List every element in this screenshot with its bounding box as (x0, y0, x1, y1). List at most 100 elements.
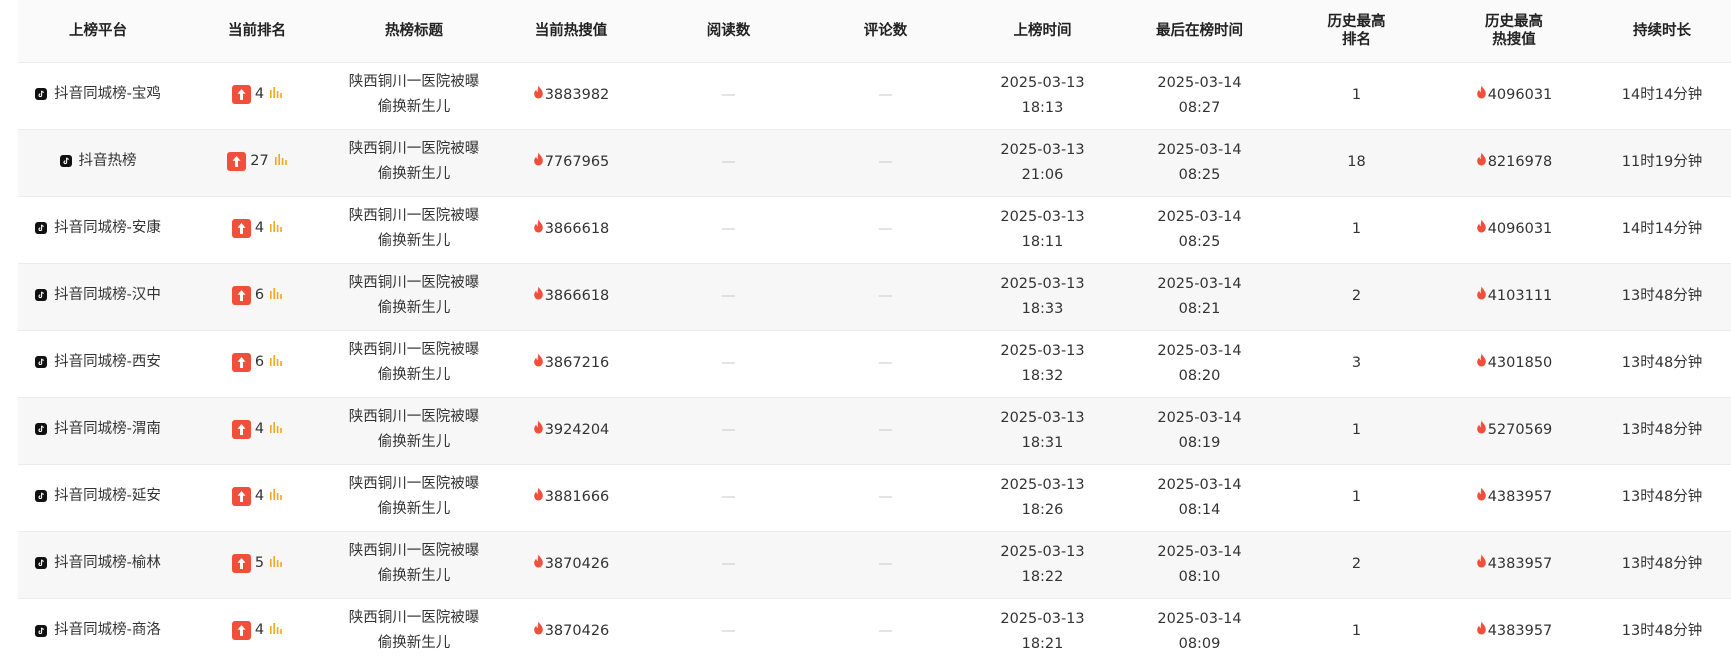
best-rank-value: 2 (1351, 556, 1362, 572)
header-on-time[interactable]: 上榜时间 (964, 0, 1121, 62)
heat-cell: 3883982 (492, 62, 650, 129)
header-current-heat[interactable]: 当前热搜值 (492, 0, 650, 62)
platform[interactable]: 抖音热榜 (59, 148, 137, 175)
hot-topic-title-link[interactable]: 陕西铜川一医院被曝偷换新生儿 (344, 338, 484, 388)
bar-chart-icon[interactable] (270, 349, 282, 376)
best-rank-cell: 1 (1278, 464, 1435, 531)
reads-value: — (721, 623, 736, 640)
header-platform[interactable]: 上榜平台 (18, 0, 178, 62)
best-rank-value: 1 (1351, 87, 1362, 103)
rank: 4 (231, 215, 282, 242)
bar-chart-icon[interactable] (274, 148, 287, 175)
heat-value: 3870426 (544, 623, 610, 640)
last-time-cell: 2025-03-14 08:21 (1121, 263, 1278, 330)
table-row[interactable]: 抖音同城榜-汉中 6 陕西铜川一医院被曝偷换新生儿 3866618 — — 20… (18, 263, 1731, 330)
hot-topic-title-link[interactable]: 陕西铜川一医院被曝偷换新生儿 (344, 405, 484, 455)
on-time-clock: 18:33 (1021, 300, 1064, 317)
platform-cell: 抖音热榜 (18, 129, 178, 196)
platform[interactable]: 抖音同城榜-安康 (35, 215, 161, 242)
comments-cell: — (807, 330, 964, 397)
heat-value: 3881666 (544, 489, 610, 505)
duration-cell: 11时19分钟 (1593, 129, 1731, 196)
rank-value: 4 (254, 487, 265, 504)
comments-value: — (878, 288, 893, 304)
table-row[interactable]: 抖音同城榜-商洛 4 陕西铜川一医院被曝偷换新生儿 3870426 — — 20… (18, 598, 1731, 665)
on-time-date: 2025-03-13 (1000, 409, 1085, 426)
bar-chart-icon[interactable] (270, 282, 282, 309)
last-time-cell: 2025-03-14 08:27 (1121, 62, 1278, 129)
bar-chart-icon[interactable] (270, 617, 282, 644)
header-last-time[interactable]: 最后在榜时间 (1121, 0, 1278, 62)
title-cell: 陕西铜川一医院被曝偷换新生儿 (336, 196, 492, 263)
table-row[interactable]: 抖音同城榜-安康 4 陕西铜川一医院被曝偷换新生儿 3866618 — — 20… (18, 196, 1731, 263)
comments-cell: — (807, 464, 964, 531)
hot-topic-title-link[interactable]: 陕西铜川一医院被曝偷换新生儿 (344, 70, 484, 120)
hot-topic-title-link[interactable]: 陕西铜川一医院被曝偷换新生儿 (344, 539, 484, 589)
bar-chart-icon[interactable] (270, 416, 282, 443)
platform[interactable]: 抖音同城榜-西安 (35, 349, 161, 376)
hot-topic-title-link[interactable]: 陕西铜川一医院被曝偷换新生儿 (344, 204, 484, 254)
header-title[interactable]: 热榜标题 (336, 0, 492, 62)
header-current-rank[interactable]: 当前排名 (178, 0, 336, 62)
best-heat-value: 4383957 (1487, 623, 1553, 640)
rank: 27 (227, 148, 287, 175)
table-row[interactable]: 抖音同城榜-渭南 4 陕西铜川一医院被曝偷换新生儿 3924204 — — 20… (18, 397, 1731, 464)
bar-chart-icon[interactable] (270, 81, 282, 108)
header-best-heat[interactable]: 历史最高 热搜值 (1435, 0, 1593, 62)
duration-value: 13时48分钟 (1621, 422, 1703, 438)
platform[interactable]: 抖音同城榜-渭南 (35, 416, 161, 443)
douyin-icon (59, 155, 72, 168)
header-reads[interactable]: 阅读数 (650, 0, 807, 62)
bar-chart-icon[interactable] (270, 483, 282, 510)
best-rank-value: 2 (1351, 288, 1362, 304)
heat-cell: 3866618 (492, 196, 650, 263)
heat-cell: 3924204 (492, 397, 650, 464)
platform-cell: 抖音同城榜-商洛 (18, 598, 178, 665)
table-row[interactable]: 抖音同城榜-西安 6 陕西铜川一医院被曝偷换新生儿 3867216 — — 20… (18, 330, 1731, 397)
platform-name: 抖音同城榜-商洛 (54, 622, 161, 638)
comments-value: — (878, 623, 893, 640)
hot-topic-title-link[interactable]: 陕西铜川一医院被曝偷换新生儿 (344, 271, 484, 321)
bar-chart-icon[interactable] (270, 550, 282, 577)
hot-topic-title-link[interactable]: 陕西铜川一医院被曝偷换新生儿 (344, 137, 484, 187)
best-heat-cell: 4383957 (1435, 464, 1593, 531)
header-best-rank[interactable]: 历史最高 排名 (1278, 0, 1435, 62)
on-time-cell: 2025-03-13 18:33 (964, 263, 1121, 330)
rank: 4 (231, 483, 282, 510)
table-header: 上榜平台 当前排名 热榜标题 当前热搜值 阅读数 评论数 上榜时间 最后在榜时间… (18, 0, 1731, 62)
table-row[interactable]: 抖音同城榜-延安 4 陕西铜川一医院被曝偷换新生儿 3881666 — — 20… (18, 464, 1731, 531)
rank-cell: 4 (178, 62, 336, 129)
hot-topic-title-link[interactable]: 陕西铜川一医院被曝偷换新生儿 (344, 472, 484, 522)
reads-value: — (721, 221, 736, 237)
platform[interactable]: 抖音同城榜-榆林 (35, 550, 161, 577)
platform[interactable]: 抖音同城榜-宝鸡 (35, 81, 161, 108)
platform[interactable]: 抖音同城榜-汉中 (35, 282, 161, 309)
last-time-clock: 08:10 (1178, 568, 1221, 585)
hot-topic-title-link[interactable]: 陕西铜川一医院被曝偷换新生儿 (344, 606, 484, 656)
table-row[interactable]: 抖音同城榜-榆林 5 陕西铜川一医院被曝偷换新生儿 3870426 — — 20… (18, 531, 1731, 598)
rank-cell: 5 (178, 531, 336, 598)
best-heat-cell: 4383957 (1435, 531, 1593, 598)
rank-up-arrow-icon (231, 285, 251, 305)
header-comments[interactable]: 评论数 (807, 0, 964, 62)
platform-cell: 抖音同城榜-安康 (18, 196, 178, 263)
reads-cell: — (650, 263, 807, 330)
header-duration[interactable]: 持续时长 (1593, 0, 1731, 62)
platform[interactable]: 抖音同城榜-商洛 (35, 617, 161, 644)
on-time-clock: 18:11 (1021, 233, 1064, 250)
douyin-icon (35, 88, 48, 101)
rank: 6 (231, 349, 282, 376)
rank-up-arrow-icon (231, 620, 251, 640)
table-row[interactable]: 抖音热榜 27 陕西铜川一医院被曝偷换新生儿 7767965 — — 2025-… (18, 129, 1731, 196)
flame-icon (1476, 216, 1487, 243)
reads-cell: — (650, 397, 807, 464)
last-time-date: 2025-03-14 (1157, 543, 1242, 560)
bar-chart-icon[interactable] (270, 215, 282, 242)
heat-value: 3867216 (544, 355, 610, 371)
table-row[interactable]: 抖音同城榜-宝鸡 4 陕西铜川一医院被曝偷换新生儿 3883982 — — 20… (18, 62, 1731, 129)
platform[interactable]: 抖音同城榜-延安 (35, 483, 161, 510)
title-cell: 陕西铜川一医院被曝偷换新生儿 (336, 598, 492, 665)
last-time-clock: 08:25 (1178, 233, 1221, 250)
douyin-icon (35, 423, 48, 436)
best-heat: 4103111 (1476, 283, 1552, 310)
